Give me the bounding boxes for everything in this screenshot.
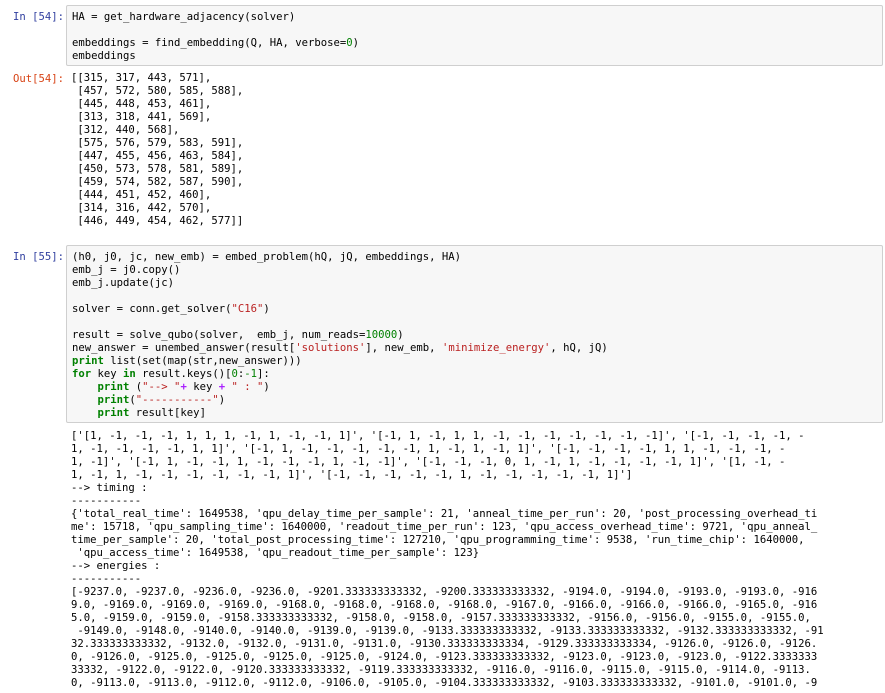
output-line: {'total_real_time': 1649538, 'qpu_delay_… bbox=[71, 508, 818, 520]
code-line: embeddings = find_embedding(Q, HA, verbo… bbox=[72, 37, 360, 49]
output-line: 1, -1, 1, -1, -1, -1, -1, -1, -1, 1]', '… bbox=[71, 469, 633, 481]
code-line: solver = conn.get_solver("C16") bbox=[72, 303, 270, 315]
output-line: 0, -9126.0, -9125.0, -9125.0, -9125.0, -… bbox=[71, 651, 818, 663]
output-line: 33332, -9122.0, -9122.0, -9120.333333333… bbox=[71, 664, 811, 676]
code-cell-54[interactable]: HA = get_hardware_adjacency(solver) embe… bbox=[66, 5, 883, 66]
output-line: time_per_sample': 20, 'total_post_proces… bbox=[71, 534, 805, 546]
output-line: me': 15718, 'qpu_sampling_time': 1640000… bbox=[71, 521, 818, 533]
input-prompt-55: In [55]: bbox=[12, 251, 64, 263]
code-line: print("-----------") bbox=[97, 394, 226, 406]
output-line: [444, 451, 452, 460], bbox=[71, 189, 212, 201]
code-line: HA = get_hardware_adjacency(solver) bbox=[72, 11, 296, 23]
output-line: ['[1, -1, -1, -1, 1, 1, 1, -1, 1, -1, -1… bbox=[71, 430, 805, 442]
input-prompt-54: In [54]: bbox=[12, 11, 64, 23]
output-line: [314, 316, 442, 570], bbox=[71, 202, 212, 214]
output-line: [312, 440, 568], bbox=[71, 124, 180, 136]
output-line: ----------- bbox=[71, 495, 142, 507]
code-line: emb_j.update(jc) bbox=[72, 277, 175, 289]
output-line: 1, -1]', '[-1, 1, -1, -1, 1, -1, -1, -1,… bbox=[71, 456, 786, 468]
output-line: --> energies : bbox=[71, 560, 161, 572]
output-line: 9.0, -9169.0, -9169.0, -9169.0, -9168.0,… bbox=[71, 599, 818, 611]
code-line: print list(set(map(str,new_answer))) bbox=[72, 355, 302, 367]
output-line: 1, -1, -1, -1, -1, 1, 1]', '[-1, 1, -1, … bbox=[71, 443, 786, 455]
output-line: [459, 574, 582, 587, 590], bbox=[71, 176, 244, 188]
output-line: [-9237.0, -9237.0, -9236.0, -9236.0, -92… bbox=[71, 586, 818, 598]
code-line: print ("--> "+ key + " : ") bbox=[97, 381, 270, 393]
output-line: [447, 455, 456, 463, 584], bbox=[71, 150, 244, 162]
output-line: [[315, 317, 443, 571], bbox=[71, 72, 212, 84]
output-line: 5.0, -9159.0, -9159.0, -9158.33333333333… bbox=[71, 612, 811, 624]
output-prompt-54: Out[54]: bbox=[12, 73, 64, 85]
output-line: --> timing : bbox=[71, 482, 148, 494]
code-line: new_answer = unembed_answer(result['solu… bbox=[72, 342, 608, 354]
code-line: emb_j = j0.copy() bbox=[72, 264, 181, 276]
output-line: [313, 318, 441, 569], bbox=[71, 111, 212, 123]
code-line: for key in result.keys()[0:-1]: bbox=[72, 368, 270, 380]
code-line: result = solve_qubo(solver, emb_j, num_r… bbox=[72, 329, 404, 341]
output-line: [575, 576, 579, 583, 591], bbox=[71, 137, 244, 149]
output-line: [446, 449, 454, 462, 577]] bbox=[71, 215, 244, 227]
output-area-54: [[315, 317, 443, 571], [457, 572, 580, 5… bbox=[66, 72, 881, 234]
code-line: (h0, j0, jc, new_emb) = embed_problem(hQ… bbox=[72, 251, 462, 263]
output-line: [450, 573, 578, 581, 589], bbox=[71, 163, 244, 175]
output-line: 'qpu_access_time': 1649538, 'qpu_readout… bbox=[71, 547, 480, 559]
output-area-55: ['[1, -1, -1, -1, 1, 1, 1, -1, 1, -1, -1… bbox=[66, 430, 881, 693]
output-line: [445, 448, 453, 461], bbox=[71, 98, 212, 110]
code-cell-55[interactable]: (h0, j0, jc, new_emb) = embed_problem(hQ… bbox=[66, 245, 883, 423]
output-line: [457, 572, 580, 585, 588], bbox=[71, 85, 244, 97]
code-line: embeddings bbox=[72, 50, 136, 62]
code-line: print result[key] bbox=[97, 407, 206, 419]
output-line: ----------- bbox=[71, 573, 142, 585]
output-line: 0, -9113.0, -9113.0, -9112.0, -9112.0, -… bbox=[71, 677, 818, 689]
output-line: 32.333333333332, -9132.0, -9132.0, -9131… bbox=[71, 638, 818, 650]
output-line: -9149.0, -9148.0, -9140.0, -9140.0, -913… bbox=[71, 625, 824, 637]
